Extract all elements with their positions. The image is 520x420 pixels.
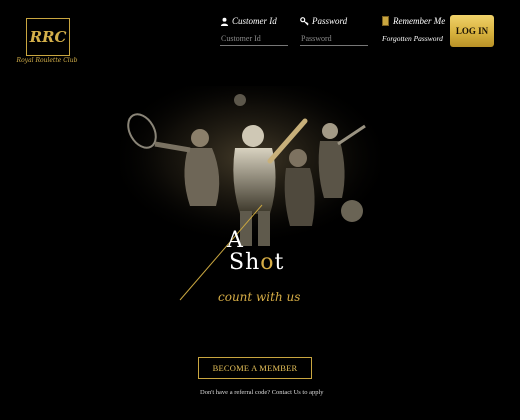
password-input[interactable] (300, 32, 368, 46)
remember-checkbox[interactable] (382, 16, 389, 26)
customer-id-label: Customer Id (220, 16, 288, 26)
become-member-button[interactable]: BECOME A MEMBER (198, 357, 312, 379)
slogan-shot-part2: o (260, 250, 275, 275)
remember-label: Remember Me (393, 16, 446, 26)
password-group: Password (300, 16, 368, 46)
password-label-text: Password (312, 16, 348, 26)
slogan-shot-part1: Sh (229, 250, 261, 275)
brand-logo[interactable]: RRC (26, 18, 70, 56)
forgot-password-link[interactable]: Forgotten Password (382, 34, 445, 43)
remember-me-toggle[interactable]: Remember Me (382, 16, 445, 26)
login-button[interactable]: LOG IN (450, 15, 494, 47)
customer-id-group: Customer Id (220, 16, 288, 46)
slogan-word-shot: Shot (229, 250, 284, 275)
logo-text: RRC (29, 28, 67, 46)
customer-id-input[interactable] (220, 32, 288, 46)
slogan-shot-part3: t (274, 250, 285, 275)
referral-text[interactable]: Don't have a referral code? Contact Us t… (200, 389, 324, 396)
customer-id-label-text: Customer Id (232, 16, 277, 26)
remember-group: Remember Me Forgotten Password (382, 16, 445, 43)
athletes-hero-image (120, 86, 380, 246)
key-icon (300, 16, 309, 25)
password-label: Password (300, 16, 368, 26)
brand-tagline: Royal Roulette Club (16, 57, 78, 64)
user-icon (220, 17, 229, 26)
slogan-tagline: count with us (218, 290, 301, 304)
